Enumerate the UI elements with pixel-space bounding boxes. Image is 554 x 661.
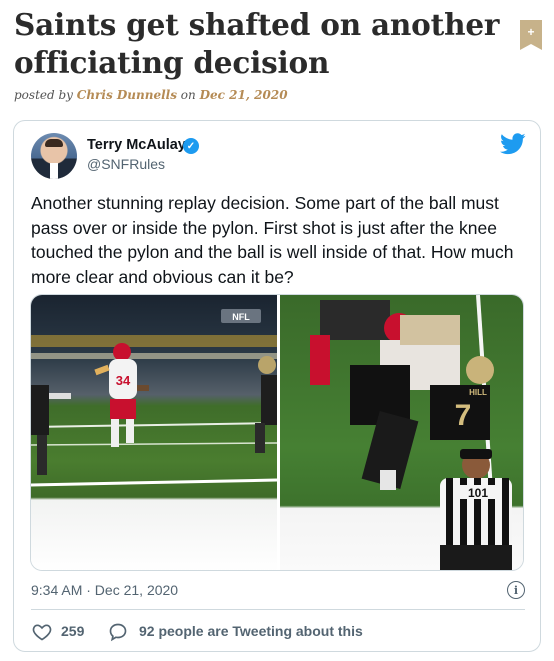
referee-number: 101 [468, 486, 488, 500]
tweet-text: Another stunning replay decision. Some p… [31, 193, 514, 287]
reply-bubble-icon[interactable] [108, 622, 128, 642]
like-count[interactable]: 259 [61, 623, 84, 639]
info-icon[interactable]: i [507, 581, 525, 599]
photo-right-scene: 7 HILL 101 [310, 295, 512, 570]
avatar[interactable] [31, 133, 77, 179]
heart-icon[interactable] [32, 622, 52, 642]
posted-by-label: posted by [14, 88, 73, 102]
article-title: Saints get shafted on another officiatin… [14, 7, 500, 80]
saints-jersey-number: 7 [455, 399, 472, 432]
photo-left[interactable]: NFL 34 [31, 295, 277, 570]
verified-icon: ✓ [183, 138, 199, 154]
runner-jersey-number: 34 [116, 373, 131, 388]
avatar-collar [50, 163, 58, 179]
photo-left-scene: NFL 34 [31, 309, 277, 487]
card-divider [31, 609, 525, 610]
tweeting-about-link[interactable]: 92 people are Tweeting about this [139, 623, 363, 639]
yard-lines [31, 422, 277, 487]
twitter-logo-icon[interactable] [500, 133, 526, 155]
defender-right [255, 356, 277, 453]
photo-right[interactable]: 7 HILL 101 [280, 295, 523, 570]
media-overlay-logo: NFL [232, 312, 250, 322]
on-label: on [180, 88, 196, 102]
tweet-timestamp[interactable]: 9:34 AM · Dec 21, 2020 [31, 582, 178, 598]
avatar-hair [45, 139, 63, 147]
date-link[interactable]: Dec 21, 2020 [200, 88, 288, 102]
referee: 101 [440, 449, 512, 570]
byline: posted by Chris Dunnells on Dec 21, 2020 [14, 88, 288, 102]
author-link[interactable]: Chris Dunnells [77, 88, 177, 102]
handle[interactable]: @SNFRules [87, 156, 165, 172]
tweet-media[interactable]: NFL 34 7 HILL 101 [30, 294, 524, 571]
defender-left [31, 385, 71, 475]
share-badge[interactable]: + [520, 20, 542, 50]
display-name[interactable]: Terry McAulay [87, 137, 186, 153]
embedded-tweet[interactable]: Terry McAulay ✓ @SNFRules Another stunni… [13, 120, 541, 652]
saints-jersey-name: HILL [469, 388, 487, 397]
